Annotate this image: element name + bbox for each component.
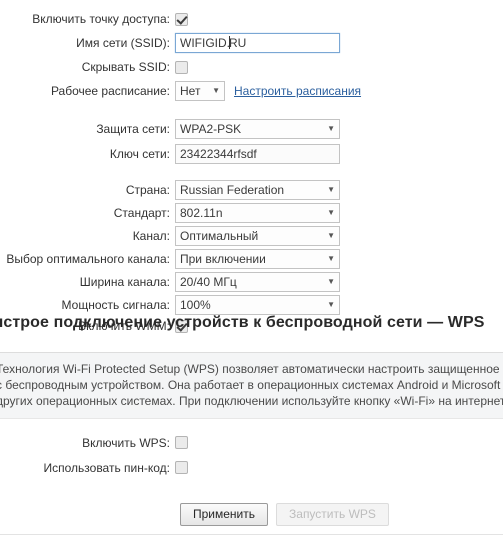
row-channel-width: Ширина канала: 20/40 МГц ▼ bbox=[0, 270, 503, 293]
row-enable-wps: Включить WPS: bbox=[0, 430, 503, 455]
chevron-down-icon: ▼ bbox=[327, 253, 335, 263]
label-country: Страна: bbox=[125, 182, 170, 197]
bottom-divider bbox=[0, 534, 503, 535]
ssid-input[interactable]: WIFIGID.RU bbox=[175, 33, 340, 53]
row-schedule: Рабочее расписание: Нет ▼ Настроить расп… bbox=[0, 78, 503, 104]
label-network-key: Ключ сети: bbox=[109, 146, 170, 161]
chevron-down-icon: ▼ bbox=[327, 207, 335, 217]
channel-width-select-value: 20/40 МГц bbox=[180, 274, 237, 289]
row-auto-channel: Выбор оптимального канала: При включении… bbox=[0, 247, 503, 270]
checkbox-hide-ssid[interactable] bbox=[175, 60, 188, 74]
label-use-pin: Использовать пин-код: bbox=[43, 460, 170, 475]
chevron-down-icon: ▼ bbox=[327, 123, 335, 133]
label-signal-power: Мощность сигнала: bbox=[61, 297, 170, 312]
configure-schedules-link[interactable]: Настроить расписания bbox=[234, 84, 361, 98]
signal-power-select-value: 100% bbox=[180, 297, 211, 312]
start-wps-button[interactable]: Запустить WPS bbox=[276, 503, 389, 526]
ssid-value-before: WIFIGID. bbox=[180, 36, 230, 50]
wps-section-heading: Быстрое подключение устройств к беспрово… bbox=[0, 314, 485, 331]
wps-info-line-2: с беспроводным устройством. Она работает… bbox=[0, 378, 503, 392]
channel-width-select[interactable]: 20/40 МГц ▼ bbox=[175, 271, 340, 292]
label-hide-ssid: Скрывать SSID: bbox=[81, 60, 170, 74]
auto-channel-select[interactable]: При включении ▼ bbox=[175, 248, 340, 269]
row-use-pin: Использовать пин-код: bbox=[0, 455, 503, 480]
ssid-value-after: RU bbox=[229, 36, 247, 50]
network-key-input[interactable]: 23422344rfsdf bbox=[175, 143, 340, 164]
row-enable-ap: Включить точку доступа: bbox=[0, 8, 503, 30]
chevron-down-icon: ▼ bbox=[327, 276, 335, 286]
label-enable-ap: Включить точку доступа: bbox=[32, 12, 170, 26]
schedule-select[interactable]: Нет ▼ bbox=[175, 81, 225, 101]
label-security: Защита сети: bbox=[96, 121, 170, 136]
checkbox-enable-wps[interactable] bbox=[175, 436, 188, 449]
wifi-settings-form: Включить точку доступа: Имя сети (SSID):… bbox=[0, 8, 503, 336]
row-hide-ssid: Скрывать SSID: bbox=[0, 56, 503, 78]
row-signal-power: Мощность сигнала: 100% ▼ bbox=[0, 293, 503, 316]
apply-button[interactable]: Применить bbox=[180, 503, 269, 526]
wps-info-box: Технология Wi-Fi Protected Setup (WPS) п… bbox=[0, 352, 503, 419]
schedule-select-value: Нет bbox=[180, 84, 201, 98]
row-standard: Стандарт: 802.11n ▼ bbox=[0, 201, 503, 224]
wps-info-line-1: Технология Wi-Fi Protected Setup (WPS) п… bbox=[0, 362, 503, 376]
row-security: Защита сети: WPA2-PSK ▼ bbox=[0, 116, 503, 141]
chevron-down-icon: ▼ bbox=[327, 230, 335, 240]
channel-select[interactable]: Оптимальный ▼ bbox=[175, 225, 340, 246]
chevron-down-icon: ▼ bbox=[327, 184, 335, 194]
chevron-down-icon: ▼ bbox=[327, 299, 335, 309]
channel-select-value: Оптимальный bbox=[180, 228, 259, 243]
signal-power-select[interactable]: 100% ▼ bbox=[175, 294, 340, 315]
label-ssid: Имя сети (SSID): bbox=[76, 36, 170, 50]
chevron-down-icon: ▼ bbox=[212, 86, 220, 95]
security-select-value: WPA2-PSK bbox=[180, 121, 242, 136]
country-select[interactable]: Russian Federation ▼ bbox=[175, 179, 340, 200]
row-network-key: Ключ сети: 23422344rfsdf bbox=[0, 141, 503, 166]
wps-info-line-3: других операционных системах. При подклю… bbox=[0, 394, 503, 408]
label-auto-channel: Выбор оптимального канала: bbox=[6, 251, 170, 266]
row-country: Страна: Russian Federation ▼ bbox=[0, 178, 503, 201]
wps-options-form: Включить WPS: Использовать пин-код: bbox=[0, 430, 503, 480]
wifi-settings-page: Включить точку доступа: Имя сети (SSID):… bbox=[0, 0, 503, 540]
country-select-value: Russian Federation bbox=[180, 182, 285, 197]
checkbox-enable-ap[interactable] bbox=[175, 12, 188, 26]
security-select[interactable]: WPA2-PSK ▼ bbox=[175, 118, 340, 139]
button-bar: Применить Запустить WPS bbox=[0, 503, 503, 526]
label-channel-width: Ширина канала: bbox=[79, 274, 170, 289]
label-schedule: Рабочее расписание: bbox=[50, 84, 170, 98]
checkbox-use-pin[interactable] bbox=[175, 461, 188, 474]
label-standard: Стандарт: bbox=[113, 205, 170, 220]
standard-select-value: 802.11n bbox=[180, 205, 223, 220]
standard-select[interactable]: 802.11n ▼ bbox=[175, 202, 340, 223]
row-channel: Канал: Оптимальный ▼ bbox=[0, 224, 503, 247]
label-enable-wps: Включить WPS: bbox=[82, 435, 170, 450]
row-ssid: Имя сети (SSID): WIFIGID.RU bbox=[0, 30, 503, 56]
label-channel: Канал: bbox=[132, 228, 170, 243]
auto-channel-select-value: При включении bbox=[180, 251, 266, 266]
